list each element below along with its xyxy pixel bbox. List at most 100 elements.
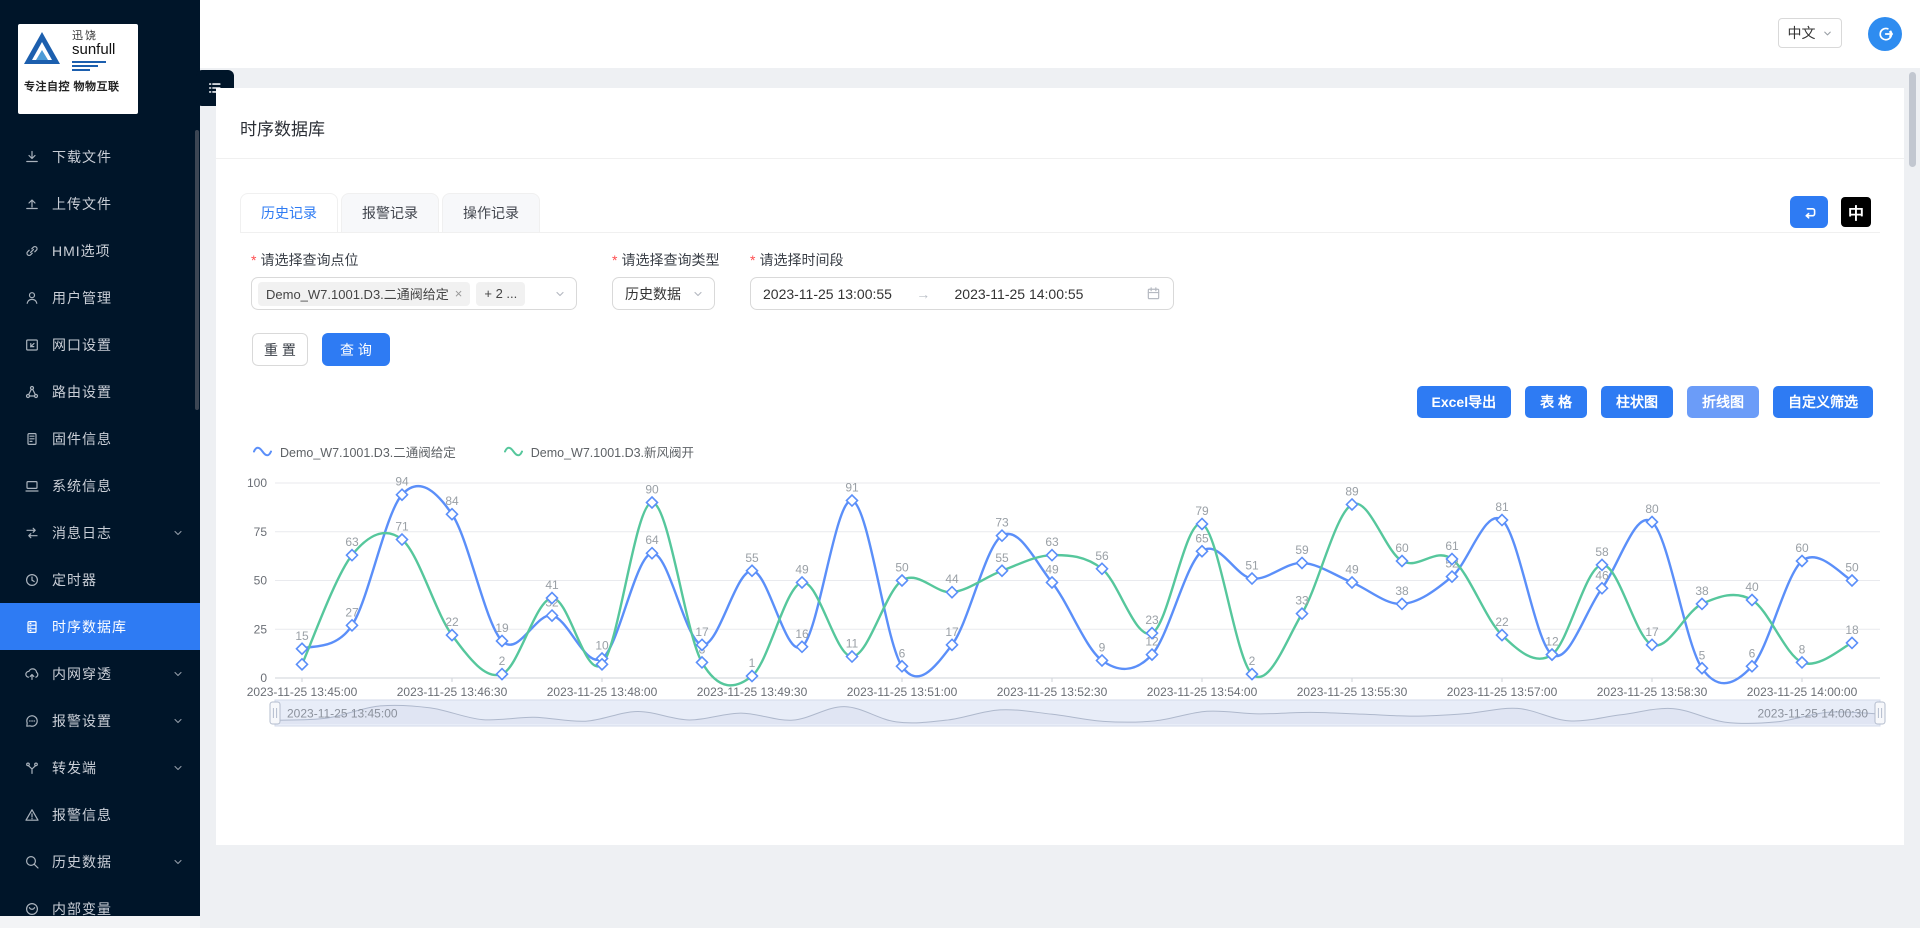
sidebar-item-10[interactable]: 定时器 <box>0 556 200 603</box>
x-axis-label: 2023-11-25 13:57:00 <box>1447 685 1558 699</box>
range-start-value[interactable]: 2023-11-25 13:00:55 <box>763 286 892 302</box>
data-point-marker[interactable] <box>1047 550 1058 561</box>
tab-1[interactable]: 历史记录 <box>240 193 338 233</box>
data-point-marker[interactable] <box>747 565 758 576</box>
data-point-marker[interactable] <box>847 651 858 662</box>
data-point-marker[interactable] <box>1347 577 1358 588</box>
sidebar-item-7[interactable]: 固件信息 <box>0 415 200 462</box>
sidebar-item-2[interactable]: 上传文件 <box>0 180 200 227</box>
data-point-label: 33 <box>1295 594 1309 608</box>
data-point-marker[interactable] <box>1297 557 1308 568</box>
query-points-multiselect[interactable]: Demo_W7.1001.D3.二通阀给定 × + 2 ... <box>251 277 577 310</box>
forwarder-icon <box>24 760 40 776</box>
page-title: 时序数据库 <box>240 115 325 140</box>
x-axis-label: 2023-11-25 13:49:30 <box>697 685 808 699</box>
data-point-marker[interactable] <box>997 565 1008 576</box>
timer-icon <box>24 572 40 588</box>
view-button-3[interactable]: 柱状图 <box>1601 386 1673 418</box>
data-point-label: 5 <box>1699 648 1706 662</box>
data-point-label: 84 <box>445 494 459 508</box>
sidebar-item-3[interactable]: HMI选项 <box>0 227 200 274</box>
sidebar-item-9[interactable]: 消息日志 <box>0 509 200 556</box>
data-point-label: 27 <box>345 605 359 619</box>
view-button-1[interactable]: Excel导出 <box>1417 386 1512 418</box>
data-point-label: 80 <box>1645 502 1659 516</box>
datazoom-handle-left[interactable] <box>270 702 280 724</box>
data-point-marker[interactable] <box>1297 608 1308 619</box>
data-point-label: 6 <box>1749 646 1756 660</box>
sidebar-scrollbar[interactable] <box>195 130 199 410</box>
sidebar-item-6[interactable]: 路由设置 <box>0 368 200 415</box>
legend-label: Demo_W7.1001.D3.二通阀给定 <box>280 442 456 461</box>
data-point-label: 2 <box>1249 654 1256 668</box>
data-point-marker[interactable] <box>647 548 658 559</box>
sidebar-item-label: 上传文件 <box>52 194 184 214</box>
restore-button[interactable] <box>1790 196 1828 228</box>
logout-avatar-button[interactable] <box>1868 17 1902 51</box>
data-point-label: 50 <box>895 561 909 575</box>
sidebar-item-13[interactable]: 报警设置 <box>0 697 200 744</box>
data-point-label: 18 <box>1845 623 1859 637</box>
remove-tag-icon[interactable]: × <box>455 286 463 301</box>
view-button-2[interactable]: 表 格 <box>1525 386 1587 418</box>
legend-item-1[interactable]: Demo_W7.1001.D3.二通阀给定 <box>253 443 456 459</box>
message-log-icon <box>24 525 40 541</box>
data-point-marker[interactable] <box>547 610 558 621</box>
data-point-label: 50 <box>1845 561 1859 575</box>
sidebar-item-label: 历史数据 <box>52 852 172 872</box>
user-icon <box>24 290 40 306</box>
data-point-marker[interactable] <box>297 659 308 670</box>
data-point-label: 56 <box>1095 549 1109 563</box>
tab-3[interactable]: 操作记录 <box>442 193 540 233</box>
data-point-marker[interactable] <box>947 587 958 598</box>
sidebar-item-14[interactable]: 转发端 <box>0 744 200 791</box>
x-axis-label: 2023-11-25 13:52:30 <box>997 685 1108 699</box>
query-type-value: 历史数据 <box>625 284 681 304</box>
chinese-mode-button[interactable]: 中 <box>1841 197 1871 227</box>
data-point-marker[interactable] <box>1847 637 1858 648</box>
page-scrollbar[interactable] <box>1909 72 1916 167</box>
data-point-label: 89 <box>1345 484 1359 498</box>
sidebar-item-label: 路由设置 <box>52 382 184 402</box>
datazoom-handle-right[interactable] <box>1875 702 1885 724</box>
history-search-icon <box>24 854 40 870</box>
data-point-label: 90 <box>645 483 659 497</box>
data-point-label: 38 <box>1395 584 1409 598</box>
data-point-marker[interactable] <box>797 577 808 588</box>
data-point-marker[interactable] <box>1247 573 1258 584</box>
query-type-select[interactable]: 历史数据 <box>612 277 715 310</box>
data-point-label: 51 <box>1245 559 1259 573</box>
view-button-5[interactable]: 自定义筛选 <box>1773 386 1873 418</box>
sidebar-item-1[interactable]: 下载文件 <box>0 133 200 180</box>
sidebar-item-17[interactable]: 内部变量 <box>0 885 200 916</box>
data-point-marker[interactable] <box>1397 598 1408 609</box>
query-button[interactable]: 查 询 <box>322 333 390 366</box>
sidebar-item-5[interactable]: 网口设置 <box>0 321 200 368</box>
data-point-label: 10 <box>595 639 609 653</box>
data-point-marker[interactable] <box>697 657 708 668</box>
reset-button[interactable]: 重 置 <box>252 333 308 366</box>
sidebar-item-12[interactable]: 内网穿透 <box>0 650 200 697</box>
language-select[interactable]: 中文 <box>1778 18 1842 48</box>
view-button-4[interactable]: 折线图 <box>1687 386 1759 418</box>
sidebar-item-4[interactable]: 用户管理 <box>0 274 200 321</box>
tab-2[interactable]: 报警记录 <box>341 193 439 233</box>
more-points-tag[interactable]: + 2 ... <box>476 282 525 306</box>
legend-label: Demo_W7.1001.D3.新风阀开 <box>531 442 694 461</box>
y-axis-label: 100 <box>247 476 267 490</box>
sidebar-item-16[interactable]: 历史数据 <box>0 838 200 885</box>
sidebar-item-15[interactable]: 报警信息 <box>0 791 200 838</box>
sidebar-item-11[interactable]: 时序数据库 <box>0 603 200 650</box>
legend-item-2[interactable]: Demo_W7.1001.D3.新风阀开 <box>504 443 694 459</box>
sidebar-nav: 下载文件上传文件 HMI选项用户管理网口设置路由设置固件信息系统信息消息日志定时器… <box>0 133 200 916</box>
data-point-label: 55 <box>995 551 1009 565</box>
firmware-icon <box>24 431 40 447</box>
topbar <box>200 0 1920 68</box>
chevron-down-icon <box>172 715 184 727</box>
data-point-marker[interactable] <box>1797 657 1808 668</box>
range-end-value[interactable]: 2023-11-25 14:00:55 <box>955 286 1084 302</box>
variable-icon <box>24 901 40 917</box>
sidebar-item-label: 用户管理 <box>52 288 184 308</box>
time-range-picker[interactable]: 2023-11-25 13:00:55 → 2023-11-25 14:00:5… <box>750 277 1174 310</box>
sidebar-item-8[interactable]: 系统信息 <box>0 462 200 509</box>
